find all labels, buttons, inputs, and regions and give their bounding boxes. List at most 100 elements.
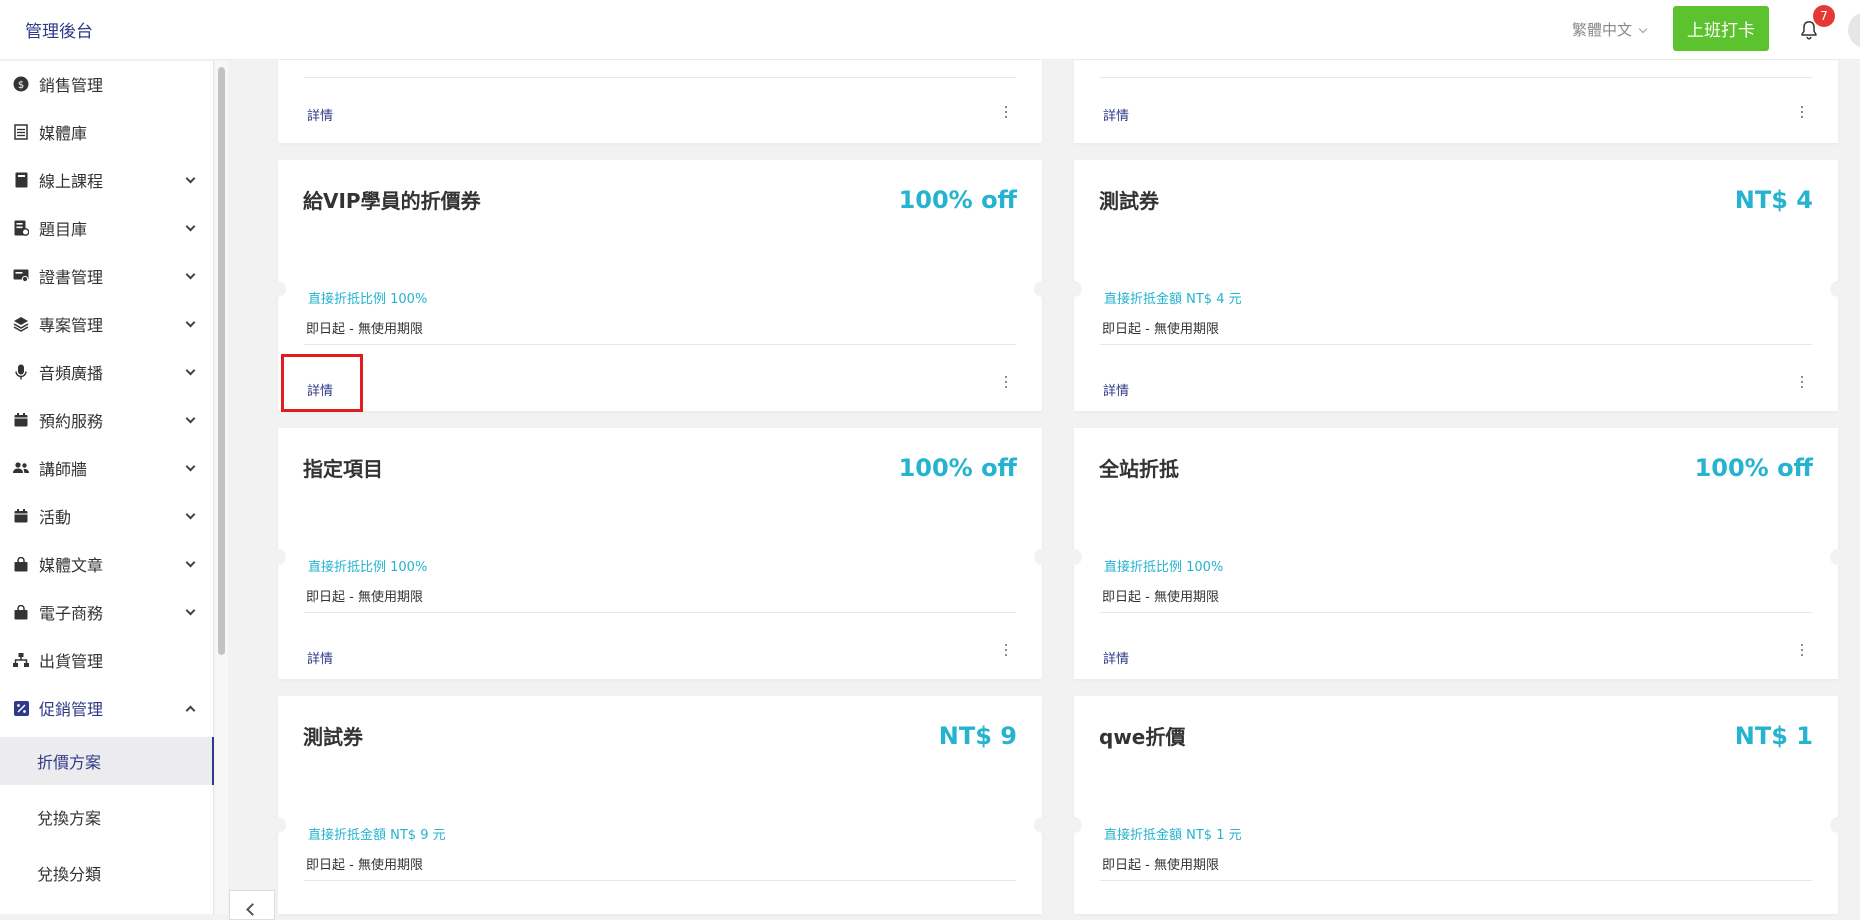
- chevron-down-icon: [185, 173, 196, 183]
- more-options-icon[interactable]: [1800, 644, 1804, 658]
- question-bank-icon: [13, 220, 29, 236]
- card-notch: [1034, 281, 1050, 297]
- sidebar-subitem-redemption-plans[interactable]: 兌換方案: [0, 793, 214, 841]
- coupon-period: 即日起 - 無使用期限: [1102, 858, 1219, 873]
- coupon-card: 指定項目 100% off 直接折抵比例 100% 即日起 - 無使用期限 詳情: [270, 428, 1050, 679]
- sidebar-item-events[interactable]: 活動: [0, 493, 214, 539]
- coupon-card: 給VIP學員的折價券 100% off 直接折抵比例 100% 即日起 - 無使…: [270, 160, 1050, 411]
- details-link[interactable]: 詳情: [1103, 648, 1129, 667]
- sidebar-item-label: 線上課程: [39, 172, 104, 191]
- sidebar-item-online-courses[interactable]: 線上課程: [0, 157, 214, 203]
- card-divider: [304, 344, 1016, 345]
- card-notch: [270, 281, 286, 297]
- coupon-value: 100% off: [1694, 454, 1813, 482]
- sitemap-icon: [13, 652, 29, 668]
- sidebar-scrollbar-thumb[interactable]: [218, 67, 225, 655]
- details-link[interactable]: 詳情: [307, 105, 333, 124]
- sidebar-subitem-discount-plans[interactable]: 折價方案: [0, 737, 214, 785]
- coupon-rule: 直接折抵金額 NT$ 9 元: [308, 828, 446, 843]
- coupon-period: 即日起 - 無使用期限: [1102, 590, 1219, 605]
- sidebar-item-projects[interactable]: 專案管理: [0, 301, 214, 347]
- sidebar-item-label: 預約服務: [39, 412, 104, 431]
- chevron-down-icon: [185, 461, 196, 471]
- card-divider: [304, 612, 1016, 613]
- top-header: 管理後台 繁體中文 上班打卡 7: [0, 0, 1860, 60]
- card-notch: [1034, 549, 1050, 565]
- card-notch: [1066, 281, 1082, 297]
- chevron-down-icon: [185, 509, 196, 519]
- coupon-rule: 直接折抵比例 100%: [308, 560, 428, 575]
- shopping-bag-icon: [13, 556, 29, 572]
- chevron-up-icon: [185, 705, 196, 715]
- shopping-bag-icon: [13, 604, 29, 620]
- sidebar-item-label: 專案管理: [39, 316, 104, 335]
- coupon-card: qwe折價 NT$ 1 直接折抵金額 NT$ 1 元 即日起 - 無使用期限: [1066, 696, 1846, 914]
- coupon-title: 全站折抵: [1099, 457, 1179, 481]
- book-icon: [13, 172, 29, 188]
- app-title[interactable]: 管理後台: [25, 17, 93, 42]
- coupon-title: 測試券: [303, 725, 363, 749]
- sidebar-subitem-label: 兌換分類: [37, 865, 102, 884]
- sidebar-item-question-bank[interactable]: 題目庫: [0, 205, 214, 251]
- sidebar-item-label: 出貨管理: [39, 652, 104, 671]
- sidebar-item-label: 電子商務: [39, 604, 104, 623]
- coupon-period: 即日起 - 無使用期限: [306, 590, 423, 605]
- more-options-icon[interactable]: [1800, 106, 1804, 120]
- card-divider: [304, 880, 1016, 881]
- clock-in-button[interactable]: 上班打卡: [1673, 6, 1769, 51]
- avatar[interactable]: [1848, 12, 1860, 48]
- media-library-icon: [13, 124, 29, 140]
- sidebar-item-label: 促銷管理: [39, 700, 104, 719]
- sidebar-item-shipping[interactable]: 出貨管理: [0, 637, 214, 683]
- coupon-card: 全站折抵 100% off 直接折抵比例 100% 即日起 - 無使用期限 詳情: [1066, 428, 1846, 679]
- coupon-period: 即日起 - 無使用期限: [1102, 322, 1219, 337]
- card-divider: [1100, 612, 1812, 613]
- card-divider: [1100, 344, 1812, 345]
- coupon-title: 指定項目: [303, 457, 383, 481]
- sidebar-item-instructors[interactable]: 講師牆: [0, 445, 214, 491]
- highlight-box: [281, 354, 363, 412]
- more-options-icon[interactable]: [1004, 376, 1008, 390]
- coupon-value: NT$ 9: [938, 722, 1017, 750]
- sidebar-item-label: 活動: [39, 508, 72, 527]
- card-notch: [1830, 549, 1846, 565]
- coupon-rule: 直接折抵金額 NT$ 4 元: [1104, 292, 1242, 307]
- svg-text:$: $: [18, 80, 24, 91]
- card-notch: [270, 817, 286, 833]
- layers-icon: [13, 316, 29, 332]
- coupon-rule: 直接折抵金額 NT$ 1 元: [1104, 828, 1242, 843]
- coupon-card-partial: 詳情: [1074, 60, 1838, 143]
- sidebar-item-ecommerce[interactable]: 電子商務: [0, 589, 214, 635]
- card-divider: [304, 77, 1016, 78]
- microphone-icon: [13, 364, 29, 380]
- more-options-icon[interactable]: [1800, 376, 1804, 390]
- more-options-icon[interactable]: [1004, 644, 1008, 658]
- sidebar-item-media-articles[interactable]: 媒體文章: [0, 541, 214, 587]
- sidebar-item-booking[interactable]: 預約服務: [0, 397, 214, 443]
- card-notch: [1830, 817, 1846, 833]
- details-link[interactable]: 詳情: [307, 648, 333, 667]
- sidebar-subitem-label: 兌換方案: [37, 809, 102, 828]
- sidebar-item-audio-broadcast[interactable]: 音頻廣播: [0, 349, 214, 395]
- coupon-period: 即日起 - 無使用期限: [306, 322, 423, 337]
- calendar-icon: [13, 508, 29, 524]
- sidebar-subitem-redemption-categories[interactable]: 兌換分類: [0, 849, 214, 897]
- details-link[interactable]: 詳情: [1103, 105, 1129, 124]
- details-link[interactable]: 詳情: [1103, 380, 1129, 399]
- sidebar-item-label: 媒體庫: [39, 124, 88, 143]
- card-notch: [270, 549, 286, 565]
- language-selector[interactable]: 繁體中文: [1572, 19, 1648, 40]
- coupon-title: 測試券: [1099, 189, 1159, 213]
- sidebar-item-label: 講師牆: [39, 460, 88, 479]
- more-options-icon[interactable]: [1004, 106, 1008, 120]
- coupon-value: NT$ 1: [1734, 722, 1813, 750]
- sidebar-item-sales[interactable]: $ 銷售管理: [0, 61, 214, 107]
- sidebar-item-label: 銷售管理: [39, 76, 104, 95]
- sidebar-item-certificates[interactable]: 證書管理: [0, 253, 214, 299]
- sidebar-item-promotions[interactable]: 促銷管理: [0, 685, 214, 731]
- sidebar: $ 銷售管理 媒體庫 線上課程 題目庫 證書管理 專案管理 音頻廣播 預約服務 …: [0, 61, 214, 914]
- sidebar-item-media-library[interactable]: 媒體庫: [0, 109, 214, 155]
- collapse-sidebar-button[interactable]: [229, 890, 275, 920]
- sidebar-item-label: 題目庫: [39, 220, 88, 239]
- chevron-down-icon: [185, 221, 196, 231]
